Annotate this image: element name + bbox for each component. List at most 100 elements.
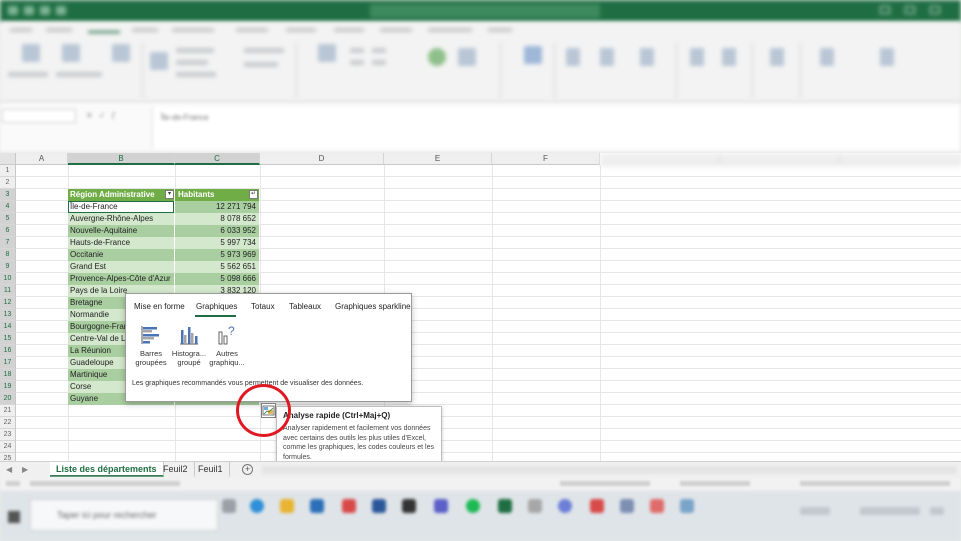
app-icon-red-2[interactable] bbox=[590, 499, 604, 513]
row-header[interactable]: 21 bbox=[0, 405, 16, 417]
qa-tab-tables[interactable]: Tableaux bbox=[289, 302, 321, 311]
system-tray[interactable] bbox=[800, 507, 830, 515]
teams-icon[interactable] bbox=[434, 499, 448, 513]
row-header[interactable]: 14 bbox=[0, 321, 16, 333]
table-cell-population[interactable]: 5 562 651 bbox=[175, 261, 259, 273]
ribbon-tab-developer[interactable] bbox=[428, 28, 472, 32]
table-cell-region[interactable]: Grand Est bbox=[68, 261, 174, 273]
sheet-nav-next[interactable]: ▶ bbox=[22, 465, 28, 474]
column-header-a[interactable]: A bbox=[16, 153, 68, 165]
app-icon-pink[interactable] bbox=[650, 499, 664, 513]
ribbon-tab-file[interactable] bbox=[10, 28, 32, 32]
qa-more-charts[interactable]: ? Autres graphiqu... bbox=[207, 324, 247, 367]
app-icon-slate[interactable] bbox=[620, 499, 634, 513]
sparkline-line-icon[interactable] bbox=[566, 48, 580, 66]
row-header[interactable]: 5 bbox=[0, 213, 16, 225]
row-header[interactable]: 1 bbox=[0, 165, 16, 177]
row-header[interactable]: 15 bbox=[0, 333, 16, 345]
app-icon-light-blue[interactable] bbox=[680, 499, 694, 513]
slicer-icon[interactable] bbox=[690, 48, 704, 66]
maximize-icon[interactable] bbox=[905, 6, 915, 14]
table-icon[interactable] bbox=[112, 44, 130, 62]
qa-clustered-column[interactable]: Histogra... groupé bbox=[169, 324, 209, 367]
row-header[interactable]: 17 bbox=[0, 357, 16, 369]
sheet-tab-feuil1[interactable]: Feuil1 bbox=[192, 462, 230, 477]
ribbon-tab-review[interactable] bbox=[334, 28, 364, 32]
spotify-icon[interactable] bbox=[466, 499, 480, 513]
ribbon-tab-formulas[interactable] bbox=[236, 28, 268, 32]
row-header[interactable]: 25 bbox=[0, 453, 16, 461]
row-header[interactable]: 19 bbox=[0, 381, 16, 393]
table-cell-region[interactable]: Provence-Alpes-Côte d'Azur bbox=[68, 273, 174, 285]
name-box[interactable] bbox=[2, 109, 76, 123]
table-cell-region[interactable]: Île-de-France bbox=[68, 201, 174, 213]
qa-clustered-bar[interactable]: Barres groupées bbox=[131, 324, 171, 367]
text-icon[interactable] bbox=[820, 48, 834, 66]
clock[interactable] bbox=[860, 507, 920, 515]
file-explorer-icon[interactable] bbox=[280, 499, 294, 513]
table-header-region[interactable]: Région Administrative bbox=[68, 189, 174, 201]
title-search-box[interactable] bbox=[370, 4, 600, 18]
column-header-f[interactable]: F bbox=[492, 153, 600, 165]
qa-tab-totals[interactable]: Totaux bbox=[251, 302, 275, 311]
row-header[interactable]: 24 bbox=[0, 441, 16, 453]
table-cell-region[interactable]: Occitanie bbox=[68, 249, 174, 261]
horizontal-scrollbar[interactable] bbox=[262, 466, 957, 474]
sparkline-winloss-icon[interactable] bbox=[640, 48, 654, 66]
row-header[interactable]: 4 bbox=[0, 201, 16, 213]
row-header[interactable]: 20 bbox=[0, 393, 16, 405]
sparkline-column-icon[interactable] bbox=[600, 48, 614, 66]
column-header-e[interactable]: E bbox=[384, 153, 492, 165]
minimize-icon[interactable] bbox=[880, 6, 890, 14]
table-cell-region[interactable]: Auvergne-Rhône-Alpes bbox=[68, 213, 174, 225]
recommended-pivot-icon[interactable] bbox=[62, 44, 80, 62]
ribbon-tab-insert[interactable] bbox=[88, 25, 120, 33]
ribbon-tab-help[interactable] bbox=[488, 28, 512, 32]
add-sheet-button[interactable]: + bbox=[242, 464, 253, 475]
qa-tab-sparklines[interactable]: Graphiques sparkline bbox=[335, 302, 411, 311]
table-cell-population[interactable]: 8 078 652 bbox=[175, 213, 259, 225]
terminal-icon[interactable] bbox=[402, 499, 416, 513]
row-header[interactable]: 7 bbox=[0, 237, 16, 249]
filter-dropdown-icon[interactable]: ▾ bbox=[165, 190, 174, 199]
row-header[interactable]: 22 bbox=[0, 417, 16, 429]
save-icon[interactable] bbox=[24, 6, 34, 15]
row-header[interactable]: 12 bbox=[0, 297, 16, 309]
table-cell-population[interactable]: 5 098 666 bbox=[175, 273, 259, 285]
undo-icon[interactable] bbox=[40, 6, 50, 15]
zoom-slider[interactable] bbox=[800, 481, 950, 486]
illustrations-icon[interactable] bbox=[150, 52, 168, 70]
formula-buttons[interactable]: ✕✓ƒ bbox=[86, 111, 122, 120]
row-header[interactable]: 16 bbox=[0, 345, 16, 357]
column-header-b[interactable]: B bbox=[68, 153, 175, 165]
row-header[interactable]: 11 bbox=[0, 285, 16, 297]
table-header-population[interactable]: Habitants bbox=[175, 189, 259, 201]
qa-tab-formatting[interactable]: Mise en forme bbox=[134, 302, 185, 311]
symbols-icon[interactable] bbox=[880, 48, 894, 66]
sheet-tab-liste[interactable]: Liste des départements bbox=[50, 462, 164, 477]
sheet-tab-feuil2[interactable]: Feuil2 bbox=[157, 462, 195, 477]
table-cell-population[interactable]: 6 033 952 bbox=[175, 225, 259, 237]
sheet-nav-prev[interactable]: ◀ bbox=[6, 465, 12, 474]
excel-icon[interactable] bbox=[498, 499, 512, 513]
qa-tab-charts[interactable]: Graphiques bbox=[196, 302, 237, 311]
table-cell-population[interactable]: 5 973 969 bbox=[175, 249, 259, 261]
close-icon[interactable] bbox=[930, 6, 940, 14]
select-all-corner[interactable] bbox=[0, 153, 16, 165]
row-header[interactable]: 3 bbox=[0, 189, 16, 201]
row-header[interactable]: 18 bbox=[0, 369, 16, 381]
app-icon-gray[interactable] bbox=[528, 499, 542, 513]
row-header[interactable]: 23 bbox=[0, 429, 16, 441]
ribbon-tab-layout[interactable] bbox=[172, 28, 214, 32]
taskbar-search[interactable]: Taper ici pour rechercher bbox=[30, 499, 218, 531]
word-icon[interactable] bbox=[372, 499, 386, 513]
table-cell-region[interactable]: Nouvelle-Aquitaine bbox=[68, 225, 174, 237]
autosave-icon[interactable] bbox=[8, 6, 18, 15]
redo-icon[interactable] bbox=[56, 6, 66, 15]
row-header[interactable]: 2 bbox=[0, 177, 16, 189]
column-header-c[interactable]: C bbox=[175, 153, 260, 165]
notifications-icon[interactable] bbox=[930, 507, 944, 515]
edge-icon[interactable] bbox=[250, 499, 264, 513]
ribbon-tab-draw[interactable] bbox=[132, 28, 158, 32]
ribbon-tab-data[interactable] bbox=[286, 28, 316, 32]
